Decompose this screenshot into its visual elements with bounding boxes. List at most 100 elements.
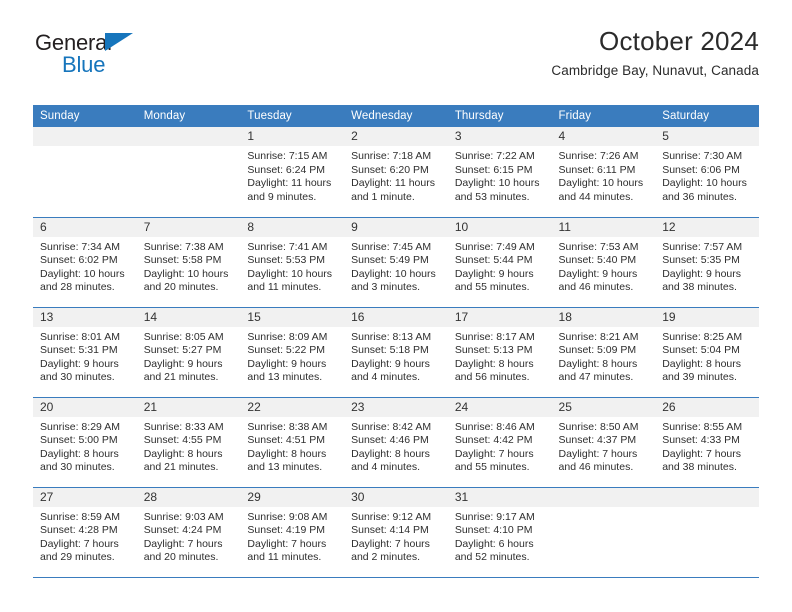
daylight-text: Daylight: 7 hours and 29 minutes.	[40, 537, 119, 564]
sunset-text: Sunset: 5:49 PM	[351, 254, 429, 266]
calendar-day-cell[interactable]: 9 Sunrise: 7:45 AM Sunset: 5:49 PM Daylight…	[344, 217, 448, 308]
calendar-day-cell[interactable]: 3 Sunrise: 7:22 AM Sunset: 6:15 PM Daylight…	[447, 127, 552, 218]
sunrise-text: Sunrise: 7:57 AM	[662, 240, 743, 253]
day-number: 25	[551, 397, 656, 417]
weekday-header-sunday: Sunday	[33, 105, 137, 127]
sunrise-text: Sunrise: 8:50 AM	[558, 420, 639, 433]
day-sun-info: Sunrise: 7:15 AM Sunset: 6:24 PM Daylight:…	[240, 146, 344, 204]
sunset-text: Sunset: 4:10 PM	[454, 524, 533, 536]
sunrise-text: Sunrise: 7:22 AM	[454, 150, 535, 162]
sunset-text: Sunset: 6:15 PM	[454, 163, 533, 176]
calendar-day-cell[interactable]: 1 Sunrise: 7:15 AM Sunset: 6:24 PM Daylight…	[240, 127, 345, 218]
calendar-day-cell[interactable]: 13 Sunrise: 8:01 AM Sunset: 5:31 PM Dayligh…	[33, 307, 137, 398]
sunset-text: Sunset: 4:28 PM	[40, 524, 118, 536]
sunrise-text: Sunrise: 7:26 AM	[558, 150, 639, 162]
calendar-day-cell[interactable]: 7 Sunrise: 7:38 AM Sunset: 5:58 PM Daylight…	[136, 217, 241, 308]
calendar-day-cell[interactable]: 31 Sunrise: 9:17 AM Sunset: 4:10 PM Dayligh…	[447, 487, 552, 578]
day-number: 10	[447, 217, 552, 237]
sunrise-text: Sunrise: 8:05 AM	[143, 330, 224, 343]
daylight-text: Daylight: 8 hours and 39 minutes.	[662, 357, 742, 384]
day-number: 9	[344, 217, 448, 237]
sunset-text: Sunset: 6:24 PM	[247, 163, 326, 176]
day-sun-info: Sunrise: 9:12 AM Sunset: 4:14 PM Daylight:…	[344, 507, 448, 565]
day-sun-info: Sunrise: 7:30 AM Sunset: 6:06 PM Daylight:…	[655, 146, 759, 204]
day-number: 11	[551, 217, 656, 237]
daylight-text: Daylight: 10 hours and 28 minutes.	[40, 267, 125, 294]
daylight-text: Daylight: 9 hours and 21 minutes.	[143, 357, 223, 384]
calendar-day-cell[interactable]: 18 Sunrise: 8:21 AM Sunset: 5:09 PM Dayligh…	[551, 307, 656, 398]
calendar-day-cell[interactable]: 20 Sunrise: 8:29 AM Sunset: 5:00 PM Dayligh…	[33, 397, 137, 488]
sunset-text: Sunset: 5:58 PM	[143, 254, 222, 266]
sunset-text: Sunset: 5:44 PM	[454, 254, 533, 266]
calendar-day-cell[interactable]: 30 Sunrise: 9:12 AM Sunset: 4:14 PM Dayligh…	[344, 487, 448, 578]
sunset-text: Sunset: 5:22 PM	[247, 344, 326, 356]
daylight-text: Daylight: 7 hours and 55 minutes.	[454, 447, 534, 474]
sunrise-text: Sunrise: 8:38 AM	[247, 420, 328, 433]
weekday-header-thursday: Thursday	[447, 105, 552, 127]
sunset-text: Sunset: 5:35 PM	[662, 254, 740, 266]
calendar-day-cell[interactable]: 6 Sunrise: 7:34 AM Sunset: 6:02 PM Daylight…	[33, 217, 137, 308]
calendar-day-cell[interactable]: 2 Sunrise: 7:18 AM Sunset: 6:20 PM Daylight…	[344, 127, 448, 218]
day-sun-info: Sunrise: 9:17 AM Sunset: 4:10 PM Daylight:…	[448, 507, 552, 565]
calendar-day-cell[interactable]: 22 Sunrise: 8:38 AM Sunset: 4:51 PM Dayligh…	[240, 397, 345, 488]
daylight-text: Daylight: 10 hours and 36 minutes.	[662, 177, 747, 203]
day-sun-info: Sunrise: 8:42 AM Sunset: 4:46 PM Daylight:…	[344, 417, 448, 475]
day-sun-info: Sunrise: 7:57 AM Sunset: 5:35 PM Daylight:…	[655, 237, 759, 295]
calendar-day-cell[interactable]: 24 Sunrise: 8:46 AM Sunset: 4:42 PM Dayligh…	[447, 397, 552, 488]
day-number: 17	[447, 307, 552, 327]
calendar-day-cell[interactable]: 12 Sunrise: 7:57 AM Sunset: 5:35 PM Dayligh…	[655, 217, 759, 308]
sunset-text: Sunset: 6:11 PM	[558, 163, 636, 176]
day-number: 5	[655, 127, 759, 146]
sunrise-text: Sunrise: 7:53 AM	[558, 240, 639, 253]
calendar-week-row: 20 Sunrise: 8:29 AM Sunset: 5:00 PM Dayligh…	[33, 397, 759, 488]
day-number: 22	[240, 397, 345, 417]
calendar-day-cell[interactable]: 21 Sunrise: 8:33 AM Sunset: 4:55 PM Dayligh…	[136, 397, 241, 488]
day-number	[136, 127, 241, 146]
calendar-day-cell[interactable]: 25 Sunrise: 8:50 AM Sunset: 4:37 PM Dayligh…	[551, 397, 656, 488]
calendar-day-cell[interactable]: 14 Sunrise: 8:05 AM Sunset: 5:27 PM Dayligh…	[136, 307, 241, 398]
sunset-text: Sunset: 5:13 PM	[454, 344, 533, 356]
calendar-day-cell[interactable]: 17 Sunrise: 8:17 AM Sunset: 5:13 PM Dayligh…	[447, 307, 552, 398]
day-sun-info: Sunrise: 7:34 AM Sunset: 6:02 PM Daylight:…	[33, 237, 137, 295]
day-number: 12	[655, 217, 759, 237]
day-number: 16	[344, 307, 448, 327]
sunset-text: Sunset: 4:19 PM	[247, 524, 326, 536]
day-sun-info: Sunrise: 7:41 AM Sunset: 5:53 PM Daylight:…	[240, 237, 344, 295]
calendar-day-cell[interactable]: 19 Sunrise: 8:25 AM Sunset: 5:04 PM Dayligh…	[655, 307, 759, 398]
calendar-day-cell[interactable]: 15 Sunrise: 8:09 AM Sunset: 5:22 PM Dayligh…	[240, 307, 345, 398]
sunset-text: Sunset: 5:04 PM	[662, 344, 740, 356]
day-number: 8	[240, 217, 345, 237]
day-number: 3	[447, 127, 552, 146]
weekday-header-tuesday: Tuesday	[240, 105, 345, 127]
daylight-text: Daylight: 11 hours and 9 minutes.	[247, 177, 332, 203]
page-header: General Blue October 2024 Cambridge Bay,…	[33, 26, 759, 88]
day-sun-info: Sunrise: 8:01 AM Sunset: 5:31 PM Daylight:…	[33, 327, 137, 385]
day-number: 20	[33, 397, 137, 417]
calendar-day-cell[interactable]: 27 Sunrise: 8:59 AM Sunset: 4:28 PM Dayligh…	[33, 487, 137, 578]
calendar-day-cell[interactable]: 4 Sunrise: 7:26 AM Sunset: 6:11 PM Daylight…	[551, 127, 656, 218]
calendar-day-cell[interactable]: 10 Sunrise: 7:49 AM Sunset: 5:44 PM Dayligh…	[447, 217, 552, 308]
general-blue-logo[interactable]: General Blue	[33, 26, 223, 84]
sunrise-text: Sunrise: 8:01 AM	[40, 330, 120, 343]
day-number: 2	[344, 127, 448, 146]
sunset-text: Sunset: 5:31 PM	[40, 344, 118, 356]
day-sun-info: Sunrise: 7:49 AM Sunset: 5:44 PM Daylight:…	[448, 237, 552, 295]
daylight-text: Daylight: 8 hours and 13 minutes.	[247, 447, 327, 474]
calendar-day-cell[interactable]: 5 Sunrise: 7:30 AM Sunset: 6:06 PM Daylight…	[655, 127, 759, 218]
calendar-day-cell[interactable]: 11 Sunrise: 7:53 AM Sunset: 5:40 PM Dayligh…	[551, 217, 656, 308]
sunrise-text: Sunrise: 7:34 AM	[40, 240, 120, 253]
logo-word-blue: Blue	[62, 52, 106, 77]
daylight-text: Daylight: 10 hours and 53 minutes.	[454, 177, 540, 203]
sunrise-text: Sunrise: 9:12 AM	[351, 510, 432, 523]
calendar-day-cell[interactable]: 26 Sunrise: 8:55 AM Sunset: 4:33 PM Dayligh…	[655, 397, 759, 488]
sunset-text: Sunset: 6:02 PM	[40, 254, 118, 266]
calendar-week-row: 6 Sunrise: 7:34 AM Sunset: 6:02 PM Daylight…	[33, 217, 759, 308]
calendar-day-cell[interactable]: 16 Sunrise: 8:13 AM Sunset: 5:18 PM Dayligh…	[344, 307, 448, 398]
sunrise-text: Sunrise: 9:03 AM	[143, 510, 224, 523]
calendar-day-cell[interactable]: 23 Sunrise: 8:42 AM Sunset: 4:46 PM Dayligh…	[344, 397, 448, 488]
daylight-text: Daylight: 9 hours and 38 minutes.	[662, 267, 742, 294]
calendar-day-cell[interactable]: 8 Sunrise: 7:41 AM Sunset: 5:53 PM Daylight…	[240, 217, 345, 308]
calendar-day-cell[interactable]: 28 Sunrise: 9:03 AM Sunset: 4:24 PM Dayligh…	[136, 487, 241, 578]
calendar-day-cell[interactable]: 29 Sunrise: 9:08 AM Sunset: 4:19 PM Dayligh…	[240, 487, 345, 578]
daylight-text: Daylight: 7 hours and 38 minutes.	[662, 447, 742, 474]
